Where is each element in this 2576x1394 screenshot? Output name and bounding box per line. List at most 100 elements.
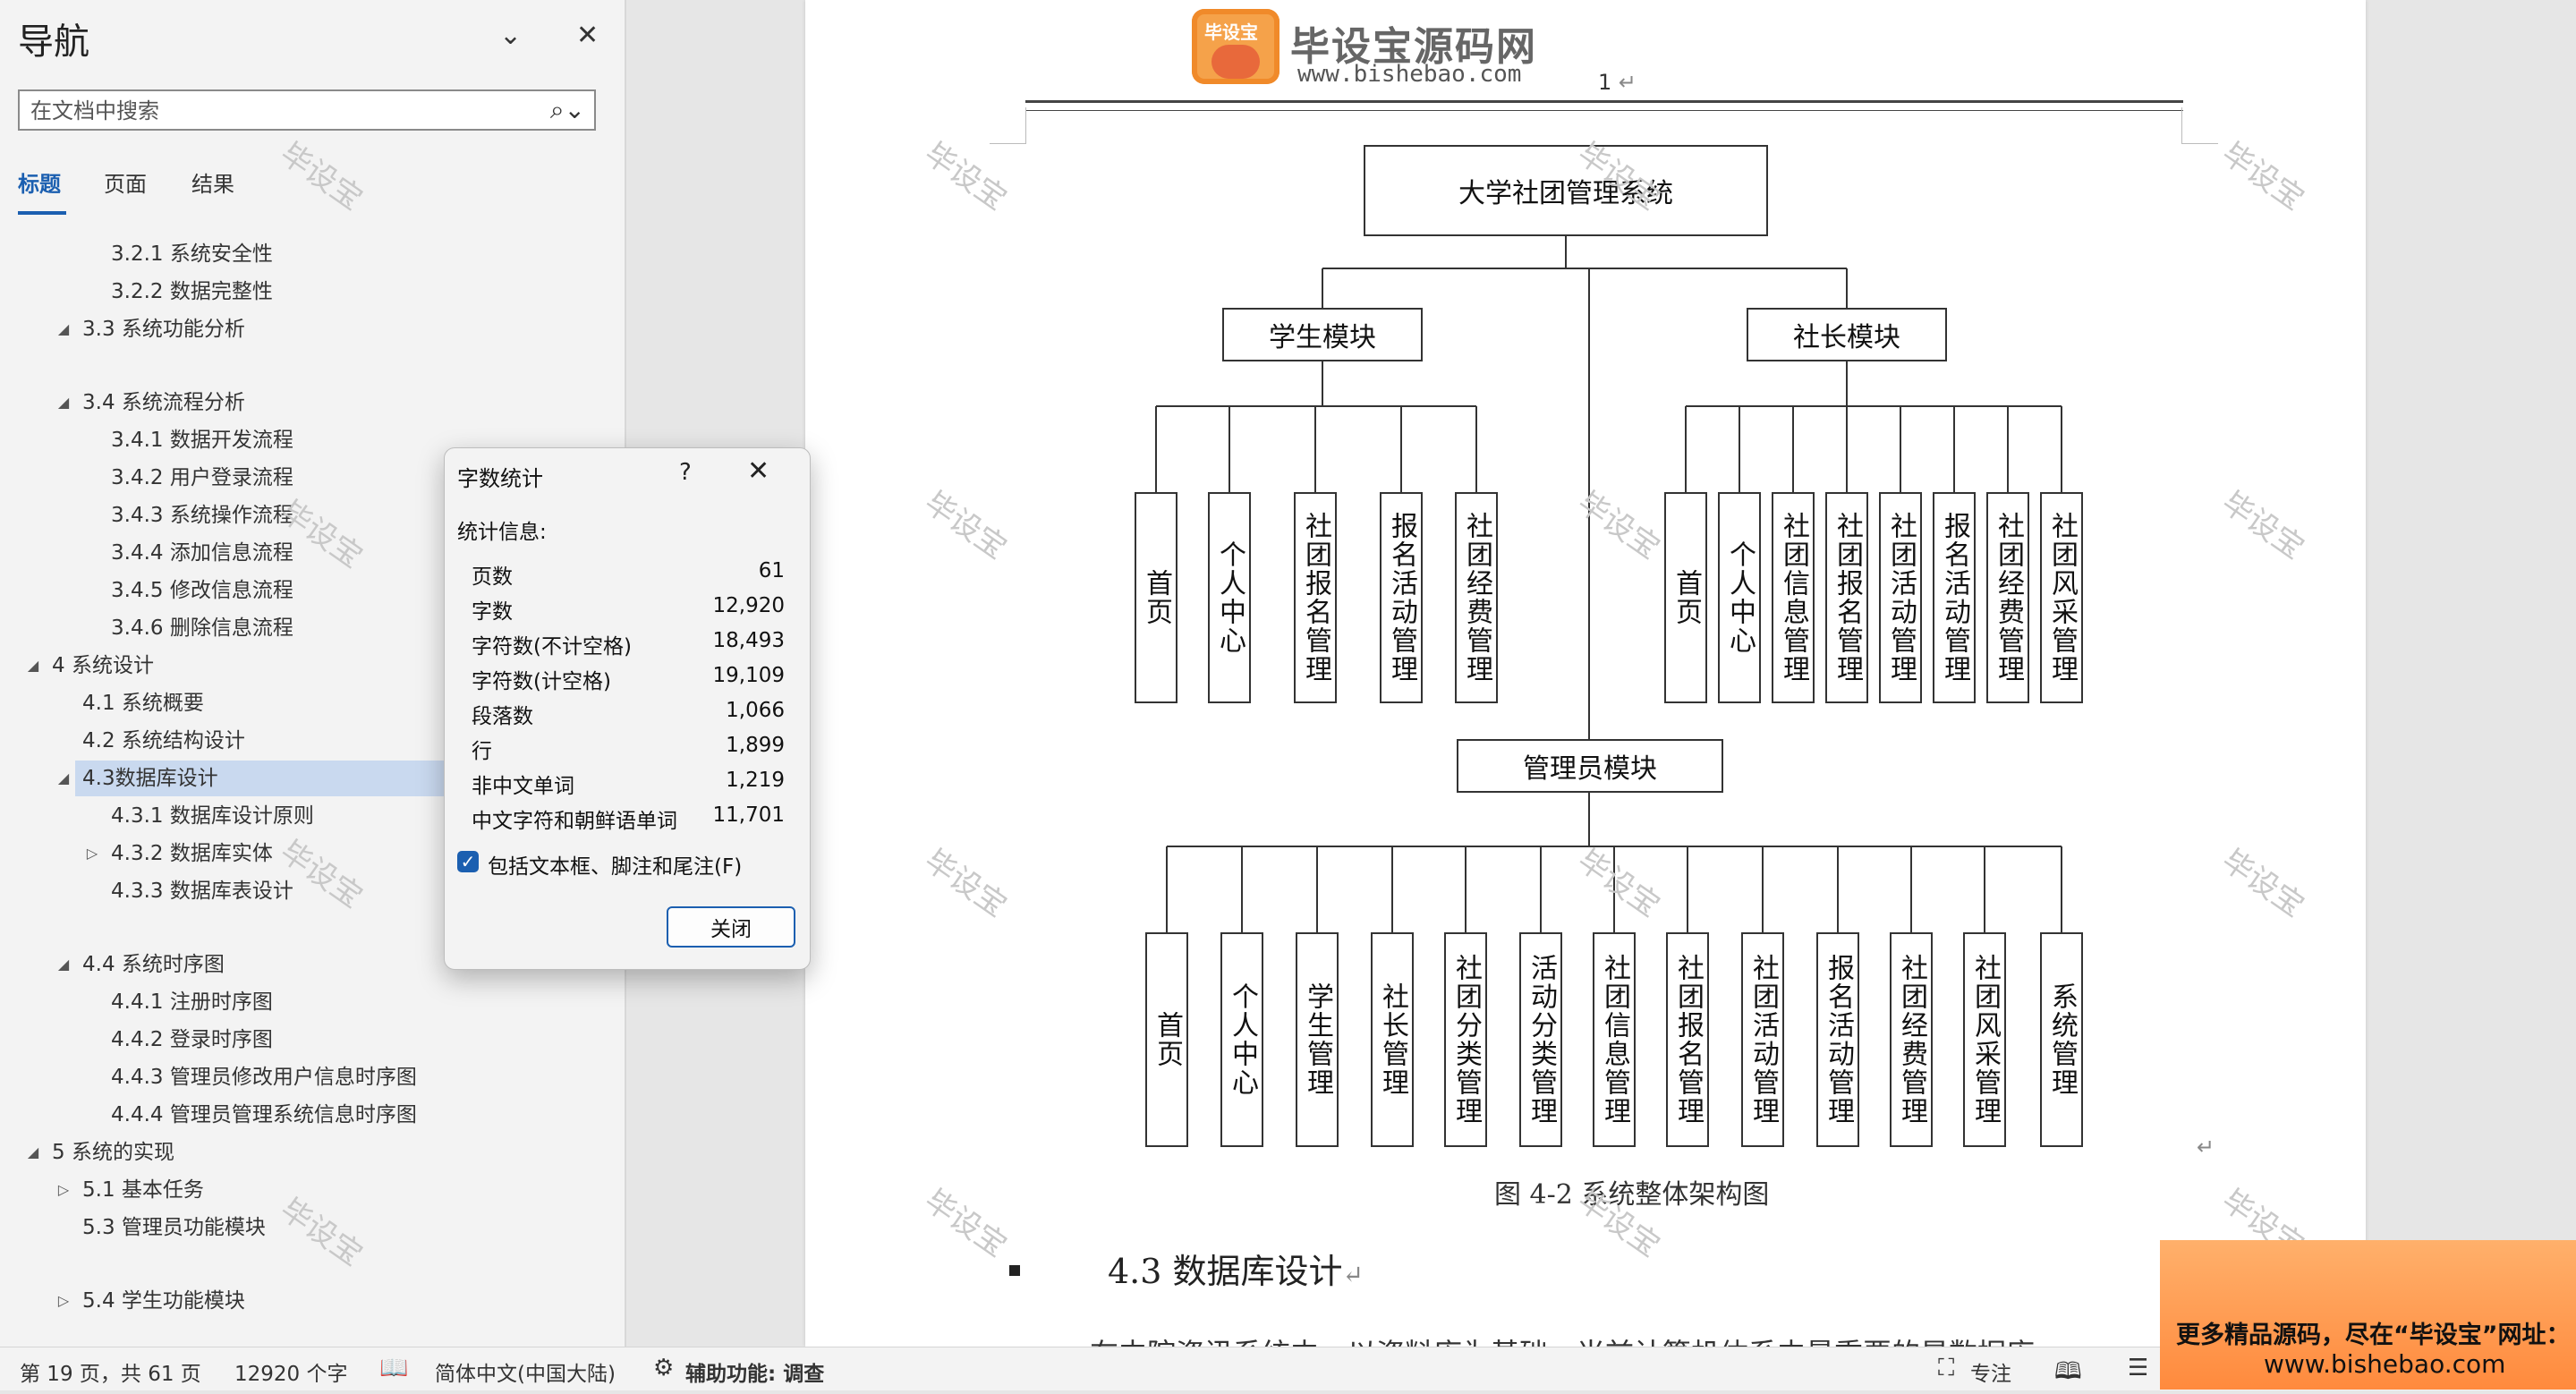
outline-item[interactable]: 3.4.1 数据开发流程	[0, 422, 444, 458]
outline-item[interactable]: 4.3.3 数据库表设计	[0, 873, 444, 909]
outline-item[interactable]: ◢ 5 系统的实现	[0, 1135, 444, 1170]
outline-item[interactable]: 4.4.2 登录时序图	[0, 1022, 444, 1058]
outline-item[interactable]: 3.4.5 修改信息流程	[0, 573, 444, 608]
document-page[interactable]: 毕设宝 毕设宝源码网 www.bishebao.com 1 ↵ 大学社团管理系统…	[805, 0, 2366, 1347]
outline-item[interactable]: 4.4.1 注册时序图	[0, 984, 444, 1020]
expand-triangle-icon[interactable]: ◢	[55, 947, 72, 982]
outline-item[interactable]: ◢ 4 系统设计	[0, 648, 444, 684]
outline-item-label: 3.4 系统流程分析	[82, 391, 245, 414]
expand-triangle-icon[interactable]: ◢	[55, 385, 72, 421]
outline-item[interactable]: 4.4.3 管理员修改用户信息时序图	[0, 1059, 444, 1095]
student-leaf-node-label: 社团报名管理	[1300, 512, 1331, 684]
tab-results[interactable]: 结果	[191, 166, 234, 198]
outline-item[interactable]: 4.1 系统概要	[0, 685, 444, 721]
outline-item[interactable]: 3.4.3 系统操作流程	[0, 497, 444, 533]
close-button[interactable]: 关闭	[667, 906, 795, 948]
admin-leaf-node: 社团经费管理	[1890, 932, 1933, 1147]
language-status[interactable]: 简体中文(中国大陆)	[435, 1356, 616, 1387]
outline-item[interactable]: 3.2.1 系统安全性	[0, 236, 444, 272]
outline-item[interactable]: ◢ 3.3 系统功能分析	[0, 311, 444, 347]
expand-triangle-icon[interactable]: ◢	[55, 311, 72, 347]
president-leaf-node: 社团信息管理	[1772, 492, 1815, 703]
nav-options-chevron-icon[interactable]: ⌄	[499, 20, 522, 51]
nav-close-icon[interactable]: ✕	[576, 20, 599, 51]
word-count-status[interactable]: 12920 个字	[234, 1356, 347, 1387]
collapsed-triangle-icon[interactable]: ▷	[55, 1172, 72, 1208]
include-textboxes-checkbox[interactable]: ✓	[457, 851, 479, 872]
search-icon[interactable]: ⌕⌄	[550, 95, 585, 125]
outline-item[interactable]: 3.4.2 用户登录流程	[0, 460, 444, 496]
outline-item[interactable]: 4.2 系统结构设计	[0, 723, 444, 759]
admin-leaf-node-label: 首页	[1152, 1011, 1183, 1068]
help-icon[interactable]: ?	[679, 459, 692, 486]
accessibility-icon[interactable]: ⚙	[653, 1355, 674, 1381]
expand-triangle-icon[interactable]: ◢	[25, 648, 41, 684]
expand-triangle-icon[interactable]: ◢	[55, 761, 72, 796]
president-leaf-node: 个人中心	[1718, 492, 1761, 703]
outline-item[interactable]: ▷ 5.4 学生功能模块	[0, 1283, 444, 1319]
collapsed-triangle-icon[interactable]: ▷	[84, 836, 100, 871]
focus-label[interactable]: 专注	[1970, 1356, 2011, 1387]
stat-value: 1,219	[726, 769, 785, 792]
word-count-dialog[interactable]: 字数统计 ? ✕ 统计信息: 页数 61 字数 12,920 字符数(不计空格) 18,4…	[444, 447, 811, 970]
outline-item[interactable]: ◢ 4.3数据库设计	[58, 761, 444, 796]
tab-pages[interactable]: 页面	[104, 166, 147, 198]
stat-value: 18,493	[712, 629, 785, 652]
section-heading: 4.3 数据库设计↵	[1108, 1252, 1364, 1291]
collapsed-triangle-icon[interactable]: ▷	[55, 1283, 72, 1319]
admin-leaf-node: 学生管理	[1296, 932, 1339, 1147]
expand-triangle-icon[interactable]: ◢	[25, 1135, 41, 1170]
outline-item-label: 3.4.6 删除信息流程	[111, 616, 293, 640]
search-input[interactable]	[29, 96, 551, 126]
heading-bullet	[1009, 1265, 1020, 1276]
proofing-icon[interactable]: 📖	[379, 1355, 408, 1381]
search-box[interactable]: ⌕⌄	[18, 89, 596, 131]
stats-heading: 统计信息:	[457, 521, 547, 544]
admin-leaf-node-label: 活动分类管理	[1526, 954, 1557, 1126]
outline-item-label: 4.3.1 数据库设计原则	[111, 804, 314, 828]
student-leaf-node-label: 个人中心	[1214, 540, 1245, 655]
accessibility-status[interactable]: 辅助功能: 调查	[685, 1356, 824, 1387]
admin-leaf-node-label: 社团风采管理	[1969, 954, 2001, 1126]
outline-item[interactable]: 3.4.6 删除信息流程	[0, 610, 444, 646]
admin-module-node-label: 管理员模块	[1523, 753, 1657, 785]
page-info[interactable]: 第 19 页，共 61 页	[20, 1356, 201, 1387]
outline-item-label: 4.2 系统结构设计	[82, 729, 245, 752]
outline-item-label: 5.1 基本任务	[82, 1178, 204, 1202]
stat-label: 字符数(计空格)	[472, 670, 611, 693]
focus-icon[interactable]: ⛶	[1938, 1355, 1954, 1382]
stat-label: 行	[472, 740, 492, 763]
print-layout-icon[interactable]: ☰	[2128, 1355, 2148, 1381]
president-module-node-label: 社长模块	[1793, 322, 1900, 353]
stat-value: 11,701	[712, 803, 785, 827]
tab-headings[interactable]: 标题	[18, 166, 61, 198]
outline-item[interactable]: ▷ 5.1 基本任务	[0, 1172, 444, 1208]
president-leaf-node-label: 社团报名管理	[1832, 512, 1863, 684]
promo-line1: 更多精品源码，尽在“毕设宝”网址：	[2176, 1322, 2571, 1349]
outline-item[interactable]: ◢ 3.4 系统流程分析	[0, 385, 444, 421]
admin-leaf-node: 个人中心	[1220, 932, 1263, 1147]
figure-caption: 图 4-2 系统整体架构图	[1494, 1179, 1770, 1211]
outline-item[interactable]: 5.3 管理员功能模块	[0, 1210, 444, 1245]
outline-item[interactable]: 4.4.4 管理员管理系统信息时序图	[0, 1097, 444, 1133]
outline-item[interactable]: 4.3.1 数据库设计原则	[0, 798, 444, 834]
outline-item[interactable]: ◢ 4.4 系统时序图	[0, 947, 444, 982]
president-leaf-node: 社团经费管理	[1986, 492, 2029, 703]
root-node-label: 大学社团管理系统	[1458, 178, 1673, 209]
outline-item-label: 4.3数据库设计	[82, 767, 218, 790]
stat-label: 非中文单词	[472, 775, 574, 798]
stat-label: 中文字符和朝鲜语单词	[472, 810, 677, 833]
outline-item-label: 3.2.2 数据完整性	[111, 280, 273, 303]
stat-row: 字符数(计空格) 19,109	[472, 664, 785, 698]
outline-item[interactable]: ▷ 4.3.2 数据库实体	[0, 836, 444, 871]
student-leaf-node-label: 首页	[1141, 569, 1172, 626]
outline-item-label: 4.3.2 数据库实体	[111, 842, 273, 865]
admin-leaf-node: 活动分类管理	[1519, 932, 1562, 1147]
read-mode-icon[interactable]: 🕮	[2054, 1355, 2082, 1394]
architecture-diagram: 大学社团管理系统 学生模块 社长模块 管理员模块 首页 个人中心 社团报名管理 报名活动管理社…	[805, 0, 2366, 1347]
outline-item[interactable]: 3.4.4 添加信息流程	[0, 535, 444, 571]
outline-item[interactable]: 3.2.2 数据完整性	[0, 274, 444, 310]
dialog-close-icon[interactable]: ✕	[747, 455, 769, 487]
president-leaf-node: 社团报名管理	[1825, 492, 1868, 703]
stat-row: 行 1,899	[472, 734, 785, 768]
